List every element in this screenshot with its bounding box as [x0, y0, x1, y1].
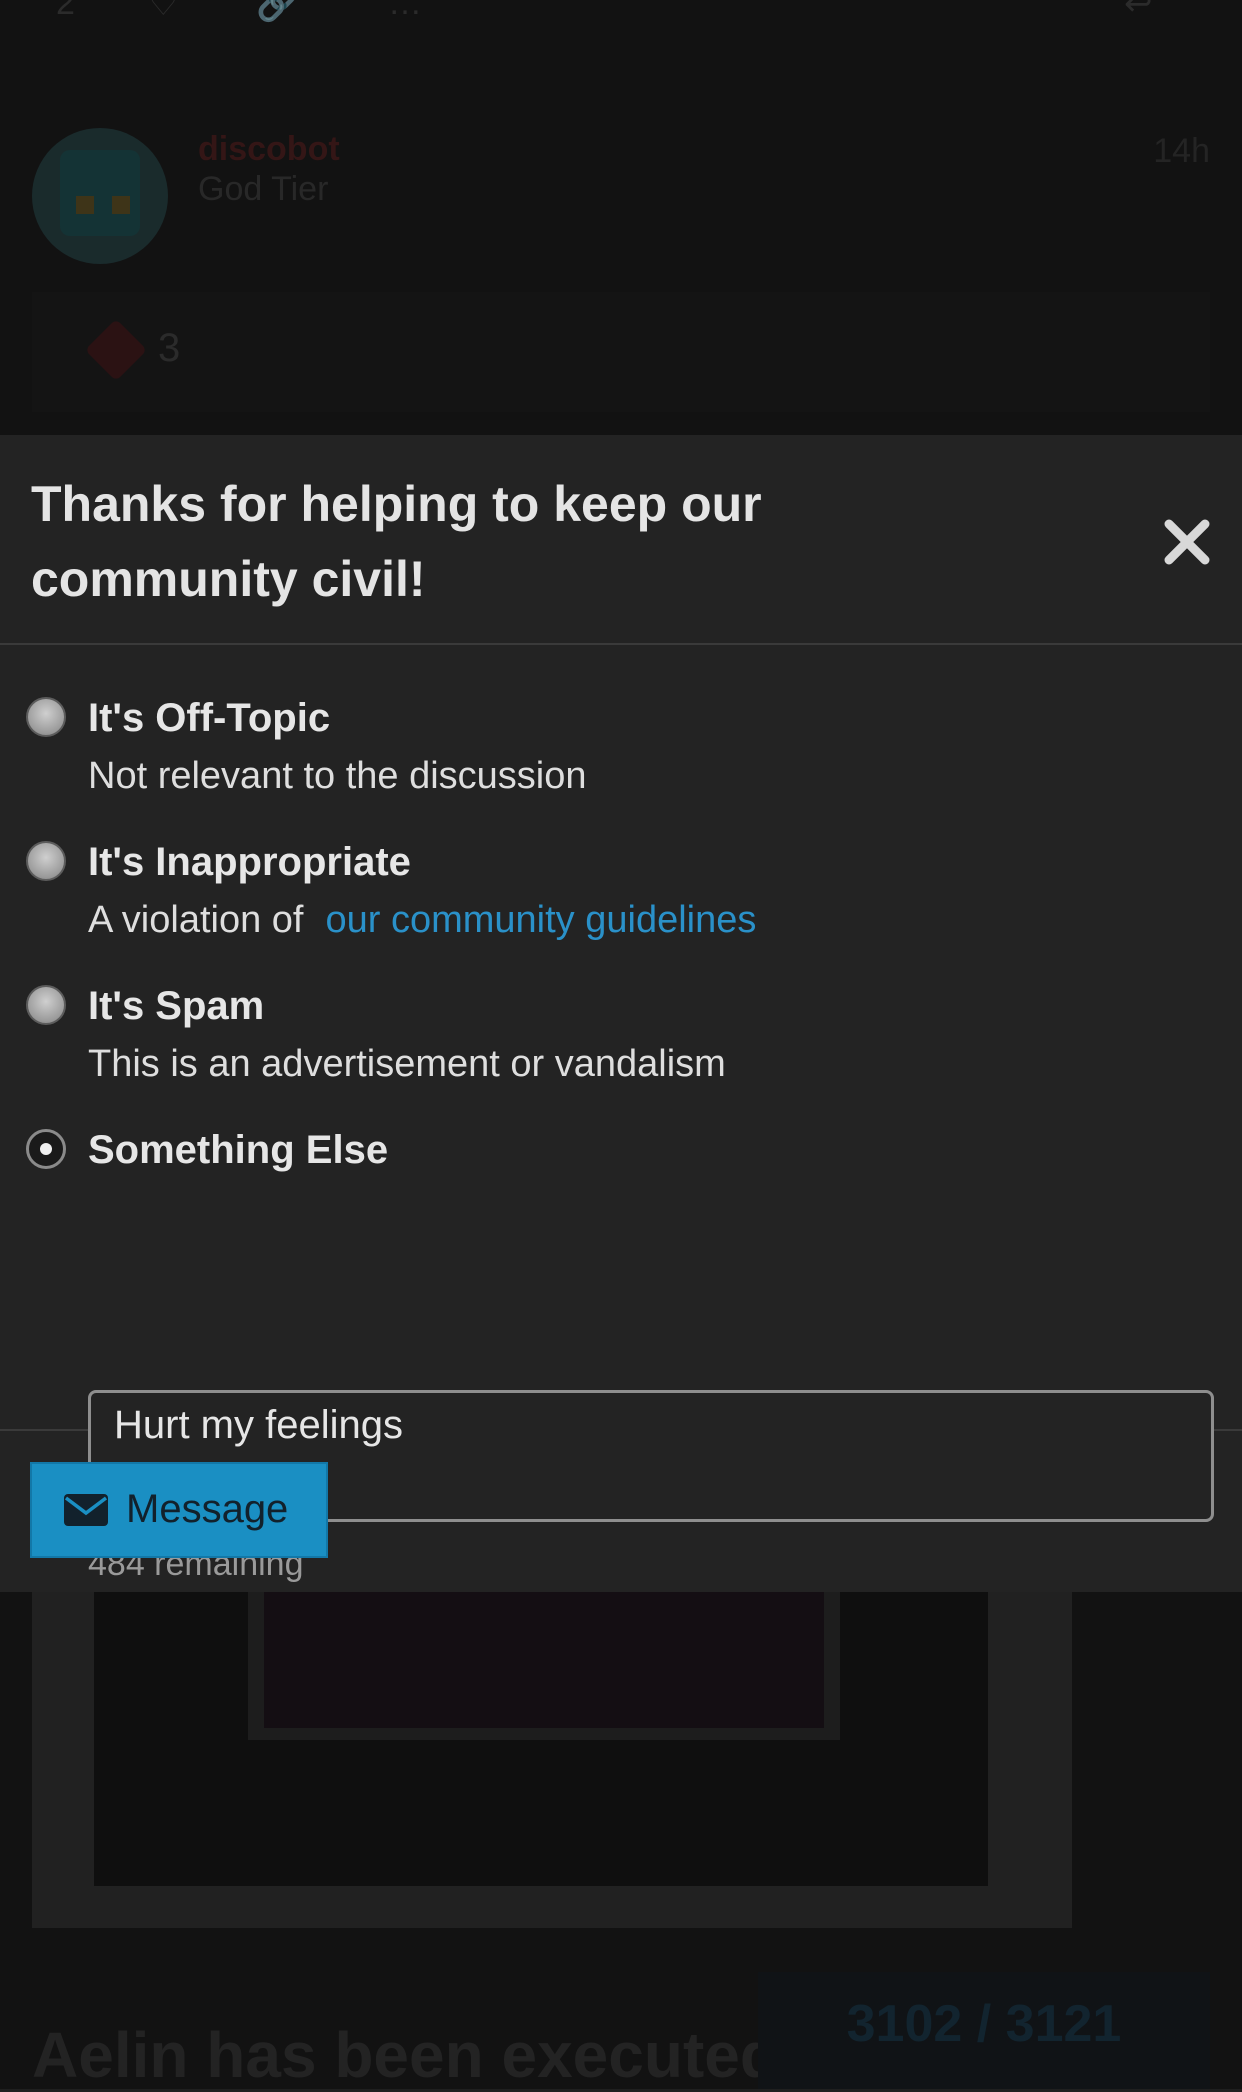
option-description: A violation of our community guidelines [88, 899, 756, 942]
radio-spam[interactable] [26, 985, 66, 1025]
message-button[interactable]: Message [30, 1462, 328, 1558]
flag-options: It's Off-Topic Not relevant to the discu… [0, 645, 1242, 1583]
modal-footer: Message [0, 1431, 1242, 1592]
radio-something-else[interactable] [26, 1129, 66, 1169]
option-description: Not relevant to the discussion [88, 755, 587, 797]
radio-off-topic[interactable] [26, 697, 66, 737]
envelope-icon [64, 1494, 108, 1526]
option-label[interactable]: It's Spam [88, 984, 264, 1029]
community-guidelines-link[interactable]: our community guidelines [325, 899, 756, 941]
radio-inappropriate[interactable] [26, 841, 66, 881]
option-label[interactable]: Something Else [88, 1128, 388, 1173]
option-description-text: A violation of [88, 899, 304, 941]
close-button[interactable] [1160, 515, 1214, 569]
option-description: This is an advertisement or vandalism [88, 1043, 726, 1085]
modal-header: Thanks for helping to keep our community… [0, 435, 1242, 645]
close-icon [1164, 519, 1210, 565]
message-button-label: Message [126, 1487, 289, 1531]
flag-modal: Thanks for helping to keep our community… [0, 435, 1242, 1592]
option-label[interactable]: It's Inappropriate [88, 840, 411, 885]
option-label[interactable]: It's Off-Topic [88, 696, 330, 741]
modal-title: Thanks for helping to keep our community… [31, 476, 762, 607]
